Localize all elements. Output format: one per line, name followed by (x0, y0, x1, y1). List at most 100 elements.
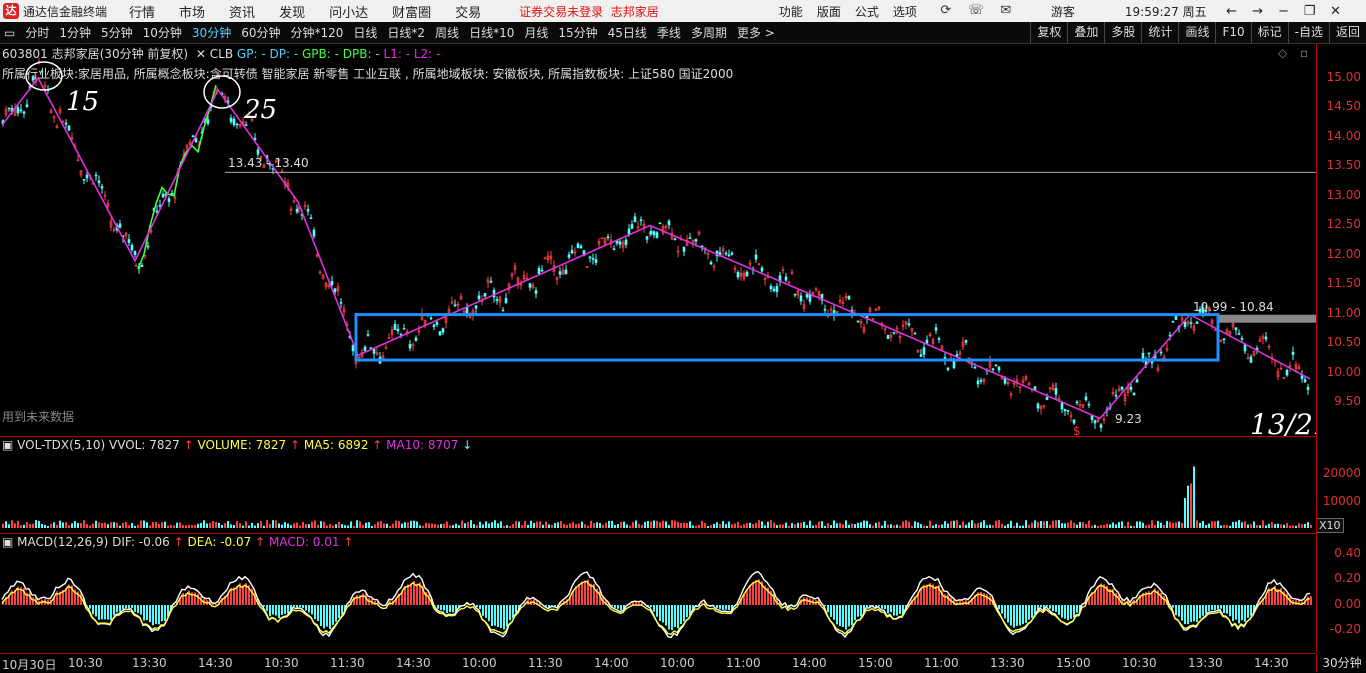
login-warning[interactable]: 证券交易未登录 志邦家居 (519, 3, 659, 20)
volume-bar (326, 526, 328, 528)
tool-biaoji[interactable]: 标记 (1251, 22, 1288, 43)
period-120min[interactable]: 分钟*120 (290, 24, 343, 41)
candle-body (433, 325, 435, 327)
level-band[interactable] (1218, 315, 1316, 323)
volume-bar (788, 526, 790, 528)
period-45day[interactable]: 45日线 (608, 24, 647, 41)
menu-shichang[interactable]: 市场 (179, 2, 205, 21)
menu-hangqing[interactable]: 行情 (129, 2, 155, 21)
period-quarter[interactable]: 季线 (657, 24, 681, 41)
volume-indicator-name[interactable]: VOL-TDX(5,10) (17, 438, 105, 452)
volume-bar (539, 521, 541, 528)
volume-bar (377, 522, 379, 528)
candle-body (195, 139, 197, 142)
macd-toggle-icon[interactable]: ▣ (2, 535, 13, 549)
tool-fuquan[interactable]: 复权 (1030, 22, 1067, 43)
volume-bar (581, 522, 583, 528)
candle-body (1250, 357, 1252, 363)
tool-huaxian[interactable]: 画线 (1178, 22, 1215, 43)
period-60min[interactable]: 60分钟 (241, 24, 280, 41)
price-axis[interactable]: 15.00 14.50 14.00 13.50 13.00 12.50 12.0… (1316, 44, 1366, 652)
menu-caifuquan[interactable]: 财富圈 (392, 2, 431, 21)
volume-toggle-icon[interactable]: ▣ (2, 438, 13, 452)
period-week[interactable]: 周线 (435, 24, 459, 41)
period-month[interactable]: 月线 (524, 24, 548, 41)
period-multi[interactable]: 多周期 (691, 24, 727, 41)
menu-zixun[interactable]: 资讯 (229, 2, 255, 21)
macd-bar (662, 605, 664, 622)
tool-zixuan[interactable]: -自选 (1288, 22, 1329, 43)
volume-bar (446, 522, 448, 528)
period-30min[interactable]: 30分钟 (192, 24, 231, 41)
chart-canvas[interactable]: 152513/213 (0, 44, 1316, 654)
volume-bar (1055, 520, 1057, 528)
back-button[interactable]: ← (1223, 4, 1241, 19)
menu-xuanxiang[interactable]: 选项 (893, 3, 917, 20)
tool-duogu[interactable]: 多股 (1104, 22, 1141, 43)
macd-bar (749, 585, 751, 605)
menu-faxian[interactable]: 发现 (279, 2, 305, 21)
time-axis[interactable]: 10月30日 10:30 13:30 14:30 10:30 11:30 14:… (0, 654, 1316, 672)
menu-banmian[interactable]: 版面 (817, 3, 841, 20)
macd-indicator-name[interactable]: MACD(12,26,9) (17, 535, 108, 549)
volume-bar (719, 524, 721, 528)
volume-bar (368, 522, 370, 528)
period-more[interactable]: 更多 > (737, 24, 775, 41)
message-icon[interactable]: ✉ (998, 3, 1014, 19)
volume-tick: 20000 (1323, 466, 1361, 480)
user-label[interactable]: 游客 (1051, 3, 1075, 20)
close-button[interactable]: ✕ (1327, 4, 1345, 19)
restore-button[interactable]: ❐ (1301, 4, 1319, 19)
candle-body (559, 272, 561, 275)
period-15min[interactable]: 15分钟 (558, 24, 597, 41)
refresh-icon[interactable]: ⟳ (938, 3, 954, 19)
minimize-button[interactable]: − (1275, 4, 1293, 19)
candle-body (1172, 321, 1174, 322)
volume-bar (818, 522, 820, 528)
menu-jiaoyi[interactable]: 交易 (455, 2, 481, 21)
period-day10[interactable]: 日线*10 (469, 24, 514, 41)
tool-diejia[interactable]: 叠加 (1067, 22, 1104, 43)
volume-bar (857, 523, 859, 528)
candle-body (824, 309, 826, 310)
tool-tongji[interactable]: 统计 (1141, 22, 1178, 43)
macd-bar (1070, 605, 1072, 619)
period-fenshi[interactable]: 分时 (25, 24, 49, 41)
volume-bar (479, 522, 481, 528)
volume-bar (173, 525, 175, 528)
volume-bar (1175, 522, 1177, 528)
period-1min[interactable]: 1分钟 (59, 24, 91, 41)
macd-bar (332, 605, 334, 625)
volume-bar (5, 521, 7, 528)
menu-gongshi[interactable]: 公式 (855, 3, 879, 20)
candle-body (502, 310, 504, 311)
login-warning-text: 证券交易未登录 (519, 5, 603, 19)
macd-bar (650, 605, 652, 607)
tool-f10[interactable]: F10 (1215, 22, 1250, 43)
period-10min[interactable]: 10分钟 (143, 24, 182, 41)
volume-bar (881, 526, 883, 528)
volume-bar (677, 522, 679, 528)
period-day2[interactable]: 日线*2 (387, 24, 425, 41)
period-day[interactable]: 日线 (353, 24, 377, 41)
sidebar-toggle-icon[interactable]: ▭ (4, 26, 15, 40)
candle-body (848, 296, 850, 299)
candle-body (257, 150, 259, 154)
menu-gongneng[interactable]: 功能 (779, 3, 803, 20)
candle-body (761, 268, 763, 271)
period-5min[interactable]: 5分钟 (101, 24, 133, 41)
tool-fanhui[interactable]: 返回 (1329, 22, 1366, 43)
menu-wenxiaoda[interactable]: 问小达 (329, 2, 368, 21)
consolidation-box[interactable] (356, 315, 1218, 360)
period-footer[interactable]: 30分钟 (1316, 654, 1366, 672)
volume-bar (1127, 522, 1129, 528)
macd-bar (1076, 605, 1078, 613)
phone-icon[interactable]: ☏ (968, 3, 984, 19)
macd-tick: 0.00 (1334, 597, 1361, 611)
macd-bar (683, 605, 685, 621)
volume-bar (53, 522, 55, 528)
volume-bar (1199, 523, 1201, 528)
volume-bar (1220, 525, 1222, 528)
candle-body (17, 108, 19, 113)
forward-button[interactable]: → (1249, 4, 1267, 19)
